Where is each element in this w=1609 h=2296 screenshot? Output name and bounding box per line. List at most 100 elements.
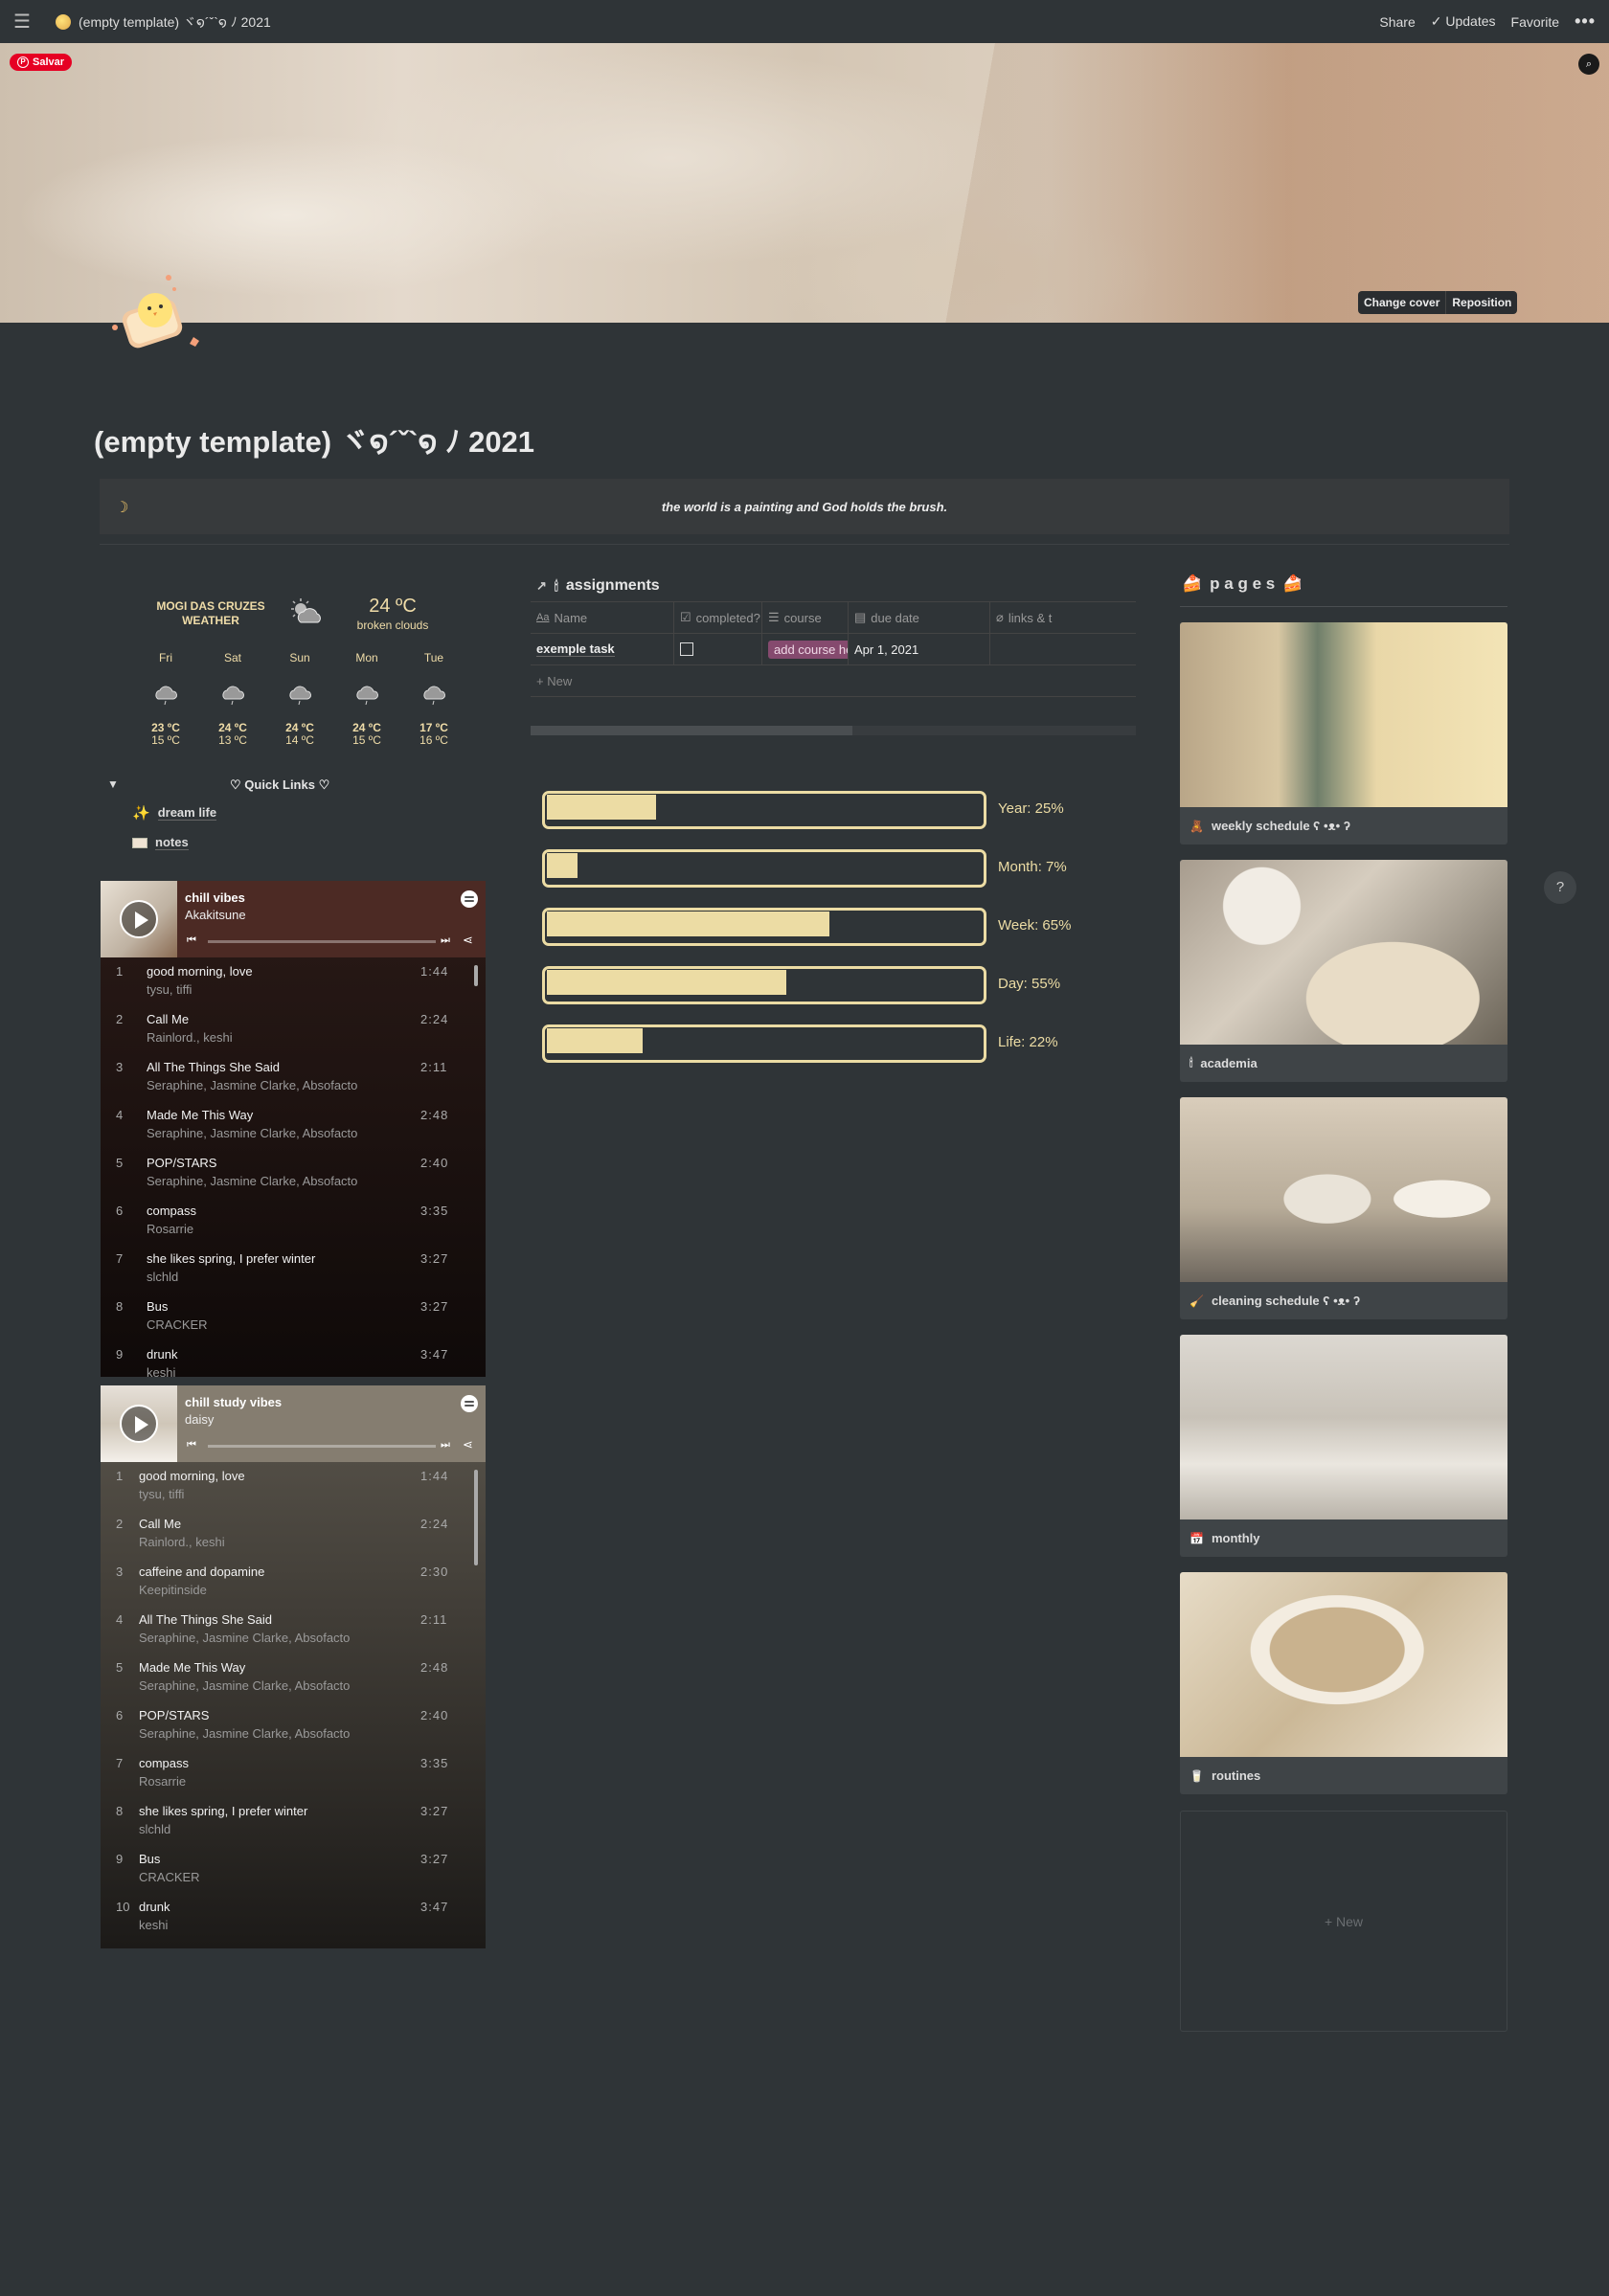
track-row[interactable]: 2 Call Me Rainlord., keshi 2:24 [101,1510,486,1558]
rain-cloud-icon [289,686,311,706]
column-label: course [783,610,822,625]
track-row[interactable]: 4 Made Me This Way Seraphine, Jasmine Clar… [101,1101,486,1149]
track-row[interactable]: 4 All The Things She Said Seraphine, Jasmi… [101,1606,486,1654]
page-card-monthly[interactable]: 📅 monthly [1180,1335,1507,1557]
page-card-academia[interactable]: 🕯 academia [1180,860,1507,1082]
track-row[interactable]: 10 drunk keshi 3:47 [101,1893,486,1941]
more-options-icon[interactable]: ••• [1575,11,1596,32]
page-card-cleaning-schedule[interactable]: 🧹 cleaning schedule ʕ •ᴥ• ʔ [1180,1097,1507,1319]
playlist-owner[interactable]: Akakitsune [185,908,246,922]
track-row[interactable]: 9 drunk keshi 3:47 [101,1340,486,1377]
track-row[interactable]: 3 caffeine and dopamine Keepitinside 2:30 [101,1558,486,1606]
column-header-course[interactable]: ☰ course [762,602,849,633]
track-row[interactable]: 5 Made Me This Way Seraphine, Jasmine Clar… [101,1654,486,1701]
column-header-links[interactable]: ⌀ links & t [990,602,1136,633]
track-duration: 2:40 [420,1156,449,1170]
table-header-row: Aa Name ☑ completed? ☰ course ▤ due date ⌀ li… [531,602,1136,634]
playlist-name[interactable]: chill study vibes [185,1395,282,1409]
track-title: compass [139,1756,190,1770]
forecast-day: Tue 17 ºC 16 ºC [400,651,467,747]
track-row[interactable]: 1 good morning, love tysu, tiffi 1:44 [101,957,486,1005]
cell-course[interactable]: add course here [762,634,849,664]
share-icon[interactable]: ⋖ [463,933,473,948]
playlist-name[interactable]: chill vibes [185,890,245,905]
column-label: due date [871,610,919,625]
pinterest-save-button[interactable]: P Salvar [10,54,73,71]
track-artist: keshi [147,1365,176,1377]
track-row[interactable]: 7 compass Rosarrie 3:35 [101,1749,486,1797]
spotify-logo-icon[interactable] [461,890,478,908]
cell-completed[interactable] [674,634,762,664]
share-icon[interactable]: ⋖ [463,1437,473,1452]
next-track-icon[interactable]: ⏭ [441,1439,450,1452]
previous-track-icon[interactable]: ⏮ [187,1439,196,1452]
page-card-routines[interactable]: 🥛 routines [1180,1572,1507,1794]
weather-widget: MOGI DAS CRUZES WEATHER 24 ºC broken clo… [105,586,488,749]
page-card-weekly-schedule[interactable]: 🧸 weekly schedule ʕ •ᴥ• ʔ [1180,622,1507,844]
favorite-button[interactable]: Favorite [1511,14,1560,30]
horizontal-scrollbar[interactable] [531,726,1136,735]
table-row[interactable]: exemple task add course here Apr 1, 2021 [531,634,1136,665]
task-name[interactable]: exemple task [536,642,615,657]
share-button[interactable]: Share [1379,14,1415,30]
track-row[interactable]: 1 good morning, love tysu, tiffi 1:44 [101,1462,486,1510]
track-row[interactable]: 8 Bus CRACKER 3:27 [101,1293,486,1340]
track-row[interactable]: 2 Call Me Rainlord., keshi 2:24 [101,1005,486,1053]
hamburger-menu-icon[interactable]: ☰ [13,10,38,34]
card-cover-image [1180,1335,1507,1519]
help-button[interactable]: ? [1544,871,1576,904]
completed-checkbox[interactable] [680,642,693,656]
track-number: 6 [116,1708,124,1722]
next-track-icon[interactable]: ⏭ [441,934,450,947]
add-page-button[interactable]: + New [1180,1811,1507,2032]
play-button[interactable] [120,1405,158,1443]
card-title: routines [1211,1768,1261,1783]
visual-search-icon[interactable]: ⌕ [1578,54,1599,75]
track-row[interactable]: 7 she likes spring, I prefer winter slchld… [101,1245,486,1293]
track-title: Bus [139,1852,161,1866]
card-cover-image [1180,860,1507,1045]
quick-link-label: notes [155,835,189,850]
spotify-logo-icon[interactable] [461,1395,478,1412]
reposition-button[interactable]: Reposition [1445,291,1517,314]
track-artist: Seraphine, Jasmine Clarke, Absofacto [139,1678,351,1693]
page-title[interactable]: (empty template) ヾ໑´ˇ`໑ ﾉ 2021 [94,417,534,461]
track-title: POP/STARS [147,1156,217,1170]
cell-due-date[interactable]: Apr 1, 2021 [849,634,990,664]
quick-link-dream-life[interactable]: ✨ dream life [132,804,217,822]
track-row[interactable]: 5 POP/STARS Seraphine, Jasmine Clarke, Abs… [101,1149,486,1197]
previous-track-icon[interactable]: ⏮ [187,934,196,947]
calendar-icon: 📅 [1190,1531,1204,1545]
breadcrumb[interactable]: (empty template) ヾ໑´ˇ`໑ ﾉ 2021 [79,12,271,32]
weather-city: MOGI DAS CRUZES WEATHER [156,599,265,627]
track-artist: Seraphine, Jasmine Clarke, Absofacto [139,1726,351,1741]
progress-scrubber[interactable] [208,940,436,943]
track-number: 3 [116,1060,124,1074]
quick-link-notes[interactable]: notes [132,835,189,850]
column-header-completed[interactable]: ☑ completed? [674,602,762,633]
track-row[interactable]: 8 she likes spring, I prefer winter slchld… [101,1797,486,1845]
progress-label: Life: 22% [998,1034,1058,1050]
play-button[interactable] [120,900,158,938]
cell-name[interactable]: exemple task [531,634,674,664]
envelope-icon [132,837,147,848]
track-row[interactable]: 9 Bus CRACKER 3:27 [101,1845,486,1893]
add-row-button[interactable]: + New [531,665,1136,697]
rain-cloud-icon [423,686,445,706]
playlist-owner[interactable]: daisy [185,1412,214,1427]
rain-cloud-icon [222,686,244,706]
toggle-arrow-icon[interactable]: ▼ [107,777,119,791]
database-header[interactable]: ↗ 🕯 assignments [531,571,1136,601]
forecast-day-name: Sun [289,651,310,664]
updates-button[interactable]: ✓ Updates [1431,13,1496,30]
cell-links[interactable] [990,634,1136,664]
column-header-name[interactable]: Aa Name [531,602,674,633]
column-header-due-date[interactable]: ▤ due date [849,602,990,633]
track-row[interactable]: 3 All The Things She Said Seraphine, Jasmi… [101,1053,486,1101]
track-row[interactable]: 6 POP/STARS Seraphine, Jasmine Clarke, Abs… [101,1701,486,1749]
change-cover-button[interactable]: Change cover [1358,291,1445,314]
scrollbar-thumb[interactable] [531,726,852,735]
page-emoji-icon[interactable] [107,268,213,364]
track-row[interactable]: 6 compass Rosarrie 3:35 [101,1197,486,1245]
progress-scrubber[interactable] [208,1445,436,1448]
